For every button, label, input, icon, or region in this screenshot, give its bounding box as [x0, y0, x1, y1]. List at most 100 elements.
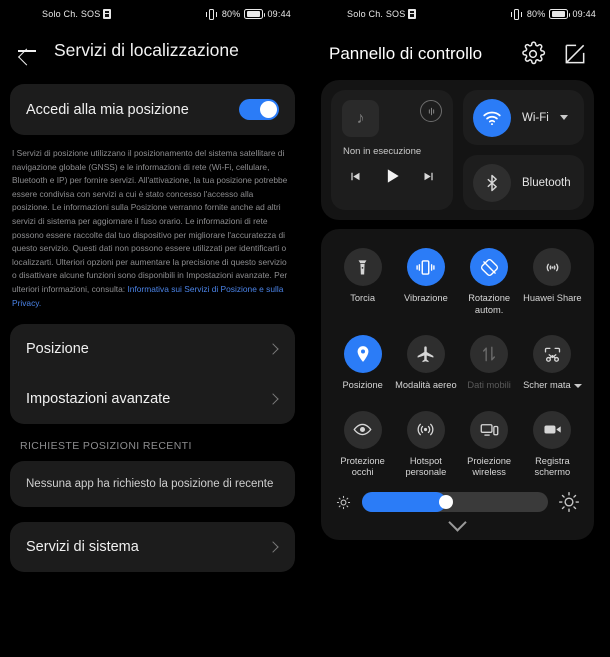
status-bar-carrier-group: Solo Ch. SOS: [42, 9, 112, 19]
skip-previous-icon[interactable]: [347, 169, 362, 184]
toggle-vibrazione[interactable]: Vibrazione: [394, 239, 457, 322]
toggle-label: Modalità aereo: [395, 380, 457, 391]
bluetooth-label: Bluetooth: [522, 176, 571, 189]
chevron-down-icon[interactable]: [560, 115, 568, 120]
recent-requests-empty-state: Nessuna app ha richiesto la posizione di…: [10, 461, 295, 508]
screen-record-icon: [533, 410, 572, 449]
toggle-huawei-share[interactable]: Huawei Share: [521, 239, 584, 322]
sim-card-icon: [408, 9, 417, 19]
cast-audio-icon[interactable]: [420, 100, 442, 122]
media-player-tile[interactable]: ♪ Non in esecuzione: [331, 90, 453, 210]
battery-icon: [244, 9, 266, 19]
list-item-label: Impostazioni avanzate: [26, 391, 171, 408]
battery-percent-label: 80%: [221, 9, 241, 19]
eye-comfort-icon: [343, 410, 382, 449]
status-bar-left: Solo Ch. SOS 80% 09:44: [0, 0, 305, 28]
gear-icon[interactable]: [520, 41, 546, 67]
control-panel-top-group: ♪ Non in esecuzione Wi-Fi Bluetooth: [321, 80, 594, 220]
control-panel-toggles-group: Torcia Vibrazione Rotazione autom. Huawe…: [321, 229, 594, 541]
toggle-schermata[interactable]: Scher mata: [521, 326, 584, 398]
toggle-protezione-occhi[interactable]: Protezione occhi: [331, 402, 394, 485]
access-location-card: Accedi alla mia posizione: [10, 84, 295, 135]
hotspot-icon: [406, 410, 445, 449]
app-bar: Servizi di localizzazione: [0, 28, 305, 72]
play-icon[interactable]: [382, 166, 402, 186]
status-bar-right: Solo Ch. SOS 80% 09:44: [305, 0, 610, 28]
toggle-label: Dati mobili: [467, 380, 511, 391]
control-panel-screen: Solo Ch. SOS 80% 09:44 Pannello di contr…: [305, 0, 610, 657]
airplane-icon: [406, 335, 445, 374]
flashlight-icon: [343, 248, 382, 286]
toggle-registra-schermo[interactable]: Registra schermo: [521, 402, 584, 485]
carrier-label: Solo Ch. SOS: [347, 9, 406, 19]
screenshot-icon: [533, 335, 572, 374]
brightness-low-icon: [335, 494, 352, 511]
sidebar-item-impostazioni-avanzate[interactable]: Impostazioni avanzate: [10, 374, 295, 424]
music-note-icon: ♪: [342, 100, 379, 137]
list-item-label: Posizione: [26, 341, 89, 358]
screen: Solo Ch. SOS 80% 09:44 Servizi di locali…: [0, 0, 610, 657]
vibrate-icon: [510, 8, 523, 20]
list-item-label: Servizi di sistema: [26, 539, 139, 556]
sim-card-icon: [103, 9, 112, 19]
recent-requests-section-header: RICHIESTE POSIZIONI RECENTI: [20, 440, 192, 453]
brightness-fill: [362, 492, 446, 513]
control-panel-title: Pannello di controllo: [329, 44, 483, 63]
chevron-right-icon: [267, 343, 279, 355]
clock-label: 09:44: [572, 9, 596, 19]
back-arrow-icon[interactable]: [16, 39, 38, 61]
vibrate-icon: [205, 8, 218, 20]
wireless-projection-icon: [470, 410, 509, 449]
toggle-rotazione-automatica[interactable]: Rotazione autom.: [458, 239, 521, 322]
sidebar-item-posizione[interactable]: Posizione: [10, 324, 295, 374]
bluetooth-icon: [473, 163, 511, 202]
toggle-label: Rotazione autom.: [468, 293, 511, 315]
status-bar-system-group: 80% 09:44: [510, 8, 596, 20]
vibration-icon: [406, 248, 445, 286]
wifi-label: Wi-Fi: [522, 111, 549, 124]
media-status-label: Non in esecuzione: [343, 146, 422, 157]
toggle-label: Scher mata: [523, 380, 582, 392]
legal-text: I Servizi di posizione utilizzano il pos…: [12, 148, 288, 295]
access-location-label: Accedi alla mia posizione: [26, 101, 189, 118]
access-location-toggle[interactable]: [239, 99, 279, 120]
toggle-label: Huawei Share: [523, 293, 582, 303]
toggle-torcia[interactable]: Torcia: [331, 239, 394, 322]
skip-next-icon[interactable]: [422, 169, 437, 184]
brightness-high-icon: [558, 491, 580, 513]
toggle-label: Proiezione wireless: [467, 455, 512, 478]
toggle-label: Registra schermo: [534, 455, 571, 478]
location-services-screen: Solo Ch. SOS 80% 09:44 Servizi di locali…: [0, 0, 305, 657]
toggle-label: Protezione occhi: [340, 455, 385, 478]
brightness-slider[interactable]: [362, 492, 548, 513]
chevron-right-icon: [267, 393, 279, 405]
location-pin-icon: [343, 335, 382, 374]
system-services-card: Servizi di sistema: [10, 522, 295, 573]
edit-square-icon[interactable]: [562, 41, 588, 67]
sidebar-item-servizi-di-sistema[interactable]: Servizi di sistema: [10, 522, 295, 572]
brightness-slider-row: [331, 485, 584, 515]
toggle-dati-mobili[interactable]: Dati mobili: [458, 326, 521, 398]
chevron-down-icon[interactable]: [448, 513, 467, 532]
wifi-tile[interactable]: Wi-Fi: [463, 90, 584, 145]
bluetooth-tile[interactable]: Bluetooth: [463, 155, 584, 210]
brightness-knob[interactable]: [438, 495, 453, 510]
battery-percent-label: 80%: [526, 9, 546, 19]
control-panel-header: Pannello di controllo: [305, 28, 610, 80]
auto-rotate-icon: [470, 248, 509, 286]
chevron-right-icon: [267, 541, 279, 553]
toggle-hotspot-personale[interactable]: Hotspot personale: [394, 402, 457, 485]
toggle-label: Posizione: [342, 380, 383, 391]
toggle-label: Torcia: [350, 293, 376, 303]
toggle-label: Vibrazione: [403, 293, 448, 303]
location-menu-card: Posizione Impostazioni avanzate: [10, 324, 295, 425]
access-location-row[interactable]: Accedi alla mia posizione: [10, 84, 295, 135]
quick-toggles-grid: Torcia Vibrazione Rotazione autom. Huawe…: [331, 239, 584, 485]
chevron-down-icon[interactable]: [573, 383, 582, 388]
toggle-modalita-aereo[interactable]: Modalità aereo: [394, 326, 457, 398]
mobile-data-icon: [470, 335, 509, 374]
toggle-posizione[interactable]: Posizione: [331, 326, 394, 398]
toggle-proiezione-wireless[interactable]: Proiezione wireless: [458, 402, 521, 485]
collapse-handle[interactable]: [331, 513, 584, 532]
battery-icon: [549, 9, 571, 19]
